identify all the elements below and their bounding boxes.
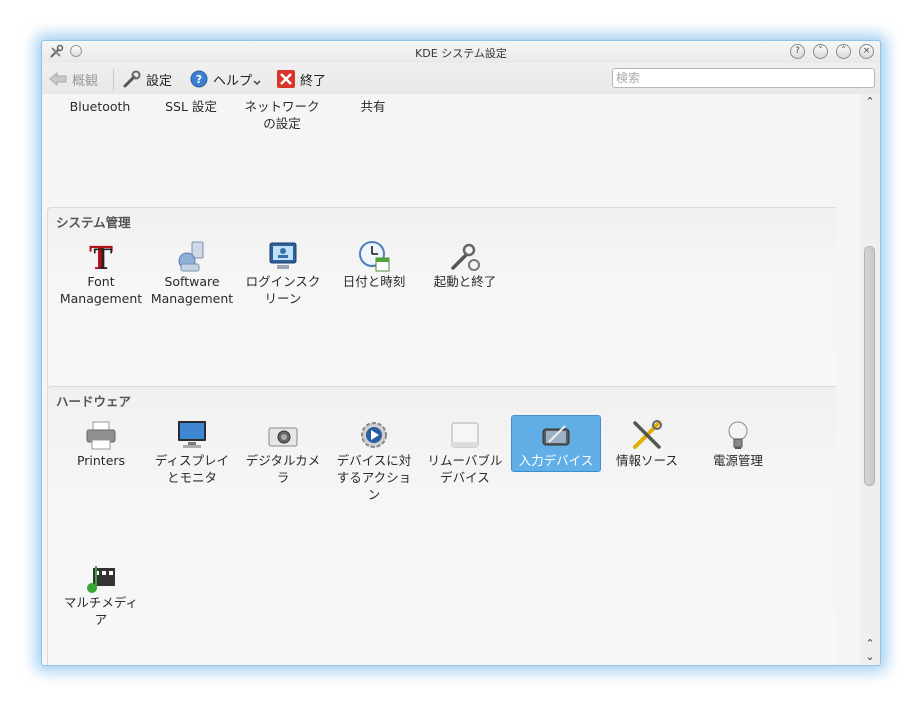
printer-icon	[86, 421, 116, 450]
group-title: ハードウェア	[56, 394, 132, 409]
date-time-item[interactable]: 日付と時刻	[329, 239, 419, 290]
hardware-group: ハードウェア Printers ディスプレイ とモニタ デジタルカメ ラ デバイ…	[47, 386, 836, 665]
item-label: ネットワーク の設定	[244, 99, 320, 131]
search-input[interactable]	[612, 68, 875, 88]
item-label: SSL 設定	[165, 99, 217, 114]
item-label: 起動と終了	[433, 274, 497, 289]
scrollbar-thumb[interactable]	[864, 246, 875, 486]
item-label: Software Management	[150, 274, 234, 306]
removable-device-icon	[451, 422, 479, 448]
help-button[interactable]: ? ヘルプ	[189, 70, 266, 89]
quit-icon	[277, 70, 295, 88]
network-settings-item[interactable]: ネットワーク の設定	[237, 98, 327, 132]
sharing-item[interactable]: 共有	[328, 98, 418, 115]
svg-text:T: T	[94, 243, 113, 273]
item-label: 日付と時刻	[342, 274, 406, 289]
settings-button[interactable]: 設定	[122, 70, 173, 89]
help-icon: ?	[190, 70, 208, 88]
item-label: Printers	[76, 453, 126, 468]
power-management-item[interactable]: 電源管理	[693, 418, 783, 469]
scroll-up-arrow-icon[interactable]: ⌃	[864, 96, 876, 108]
system-settings-window: KDE システム設定 ? ˅ ˄ × 概観 設定 ? ヘルプ 終了 検索 Blu…	[41, 40, 881, 666]
item-label: ログインスク リーン	[245, 274, 321, 306]
printers-item[interactable]: Printers	[56, 418, 146, 469]
device-actions-icon	[361, 422, 387, 448]
item-label: デジタルカメ ラ	[245, 453, 321, 485]
group-title: システム管理	[56, 215, 131, 230]
startup-shutdown-icon	[451, 243, 480, 271]
scroll-up-arrow-icon[interactable]: ⌃	[864, 638, 876, 650]
removable-devices-item[interactable]: リムーバブル デバイス	[420, 418, 510, 486]
item-label: Font Management	[59, 274, 143, 306]
digital-camera-item[interactable]: デジタルカメ ラ	[238, 418, 328, 486]
clock-icon	[359, 241, 390, 272]
display-monitor-item[interactable]: ディスプレイ とモニタ	[147, 418, 237, 486]
login-screen-icon	[269, 242, 297, 269]
monitor-icon	[178, 421, 206, 448]
window-title: KDE システム設定	[415, 47, 507, 60]
item-label: ディスプレイ とモニタ	[154, 453, 230, 485]
bluetooth-item[interactable]: Bluetooth	[55, 98, 145, 115]
system-admin-group: システム管理 T T Font Management Software Mana…	[47, 207, 836, 387]
item-label: Bluetooth	[69, 99, 131, 114]
vertical-scrollbar[interactable]: ⌃ ⌃ ⌄	[860, 94, 880, 665]
item-label: デバイスに対 するアクショ ン	[336, 453, 412, 502]
help-window-button[interactable]: ?	[790, 44, 805, 59]
toolbar: 概観 設定 ? ヘルプ 終了	[42, 63, 880, 94]
input-device-icon	[542, 425, 570, 446]
title-bar[interactable]: KDE システム設定 ? ˅ ˄ ×	[42, 41, 880, 63]
quit-label: 終了	[300, 73, 327, 89]
close-button[interactable]: ×	[859, 44, 874, 59]
multimedia-icon	[87, 566, 115, 593]
device-actions-item[interactable]: デバイスに対 するアクショ ン	[329, 418, 419, 503]
font-icon: T T	[89, 239, 113, 273]
startup-shutdown-item[interactable]: 起動と終了	[420, 239, 510, 290]
item-label: 共有	[360, 99, 386, 114]
overview-button[interactable]: 概観	[48, 70, 99, 89]
settings-label: 設定	[146, 73, 173, 89]
quit-button[interactable]: 終了	[276, 70, 327, 89]
help-label: ヘルプ	[213, 73, 253, 89]
software-management-item[interactable]: Software Management	[147, 239, 237, 307]
back-arrow-icon	[49, 71, 67, 87]
settings-content: Bluetooth SSL 設定 ネットワーク の設定 共有 システム管理 T …	[42, 94, 860, 665]
info-sources-icon	[633, 420, 662, 449]
ssl-settings-item[interactable]: SSL 設定	[146, 98, 236, 115]
item-label: 電源管理	[712, 453, 763, 468]
software-icon	[178, 241, 204, 272]
maximize-button[interactable]: ˄	[836, 44, 851, 59]
minimize-button[interactable]: ˅	[813, 44, 828, 59]
info-sources-item[interactable]: 情報ソース	[602, 418, 692, 469]
camera-icon	[268, 427, 298, 447]
power-bulb-icon	[728, 421, 748, 449]
scrollbar-track[interactable]	[864, 110, 876, 621]
login-screen-item[interactable]: ログインスク リーン	[238, 239, 328, 307]
svg-text:?: ?	[196, 73, 202, 86]
multimedia-item[interactable]: マルチメディ ア	[56, 560, 146, 628]
font-management-item[interactable]: T T Font Management	[56, 239, 146, 307]
overview-label: 概観	[72, 73, 99, 89]
scroll-down-arrow-icon[interactable]: ⌄	[864, 651, 876, 663]
chevron-down-icon	[253, 80, 261, 85]
item-label: 情報ソース	[616, 453, 678, 468]
toolbar-separator	[113, 69, 114, 91]
item-label: マルチメディ ア	[63, 595, 139, 627]
item-label: 入力デバイス	[518, 453, 594, 468]
input-devices-item[interactable]: 入力デバイス	[511, 415, 601, 472]
wrench-icon	[123, 70, 141, 88]
item-label: リムーバブル デバイス	[427, 453, 503, 485]
